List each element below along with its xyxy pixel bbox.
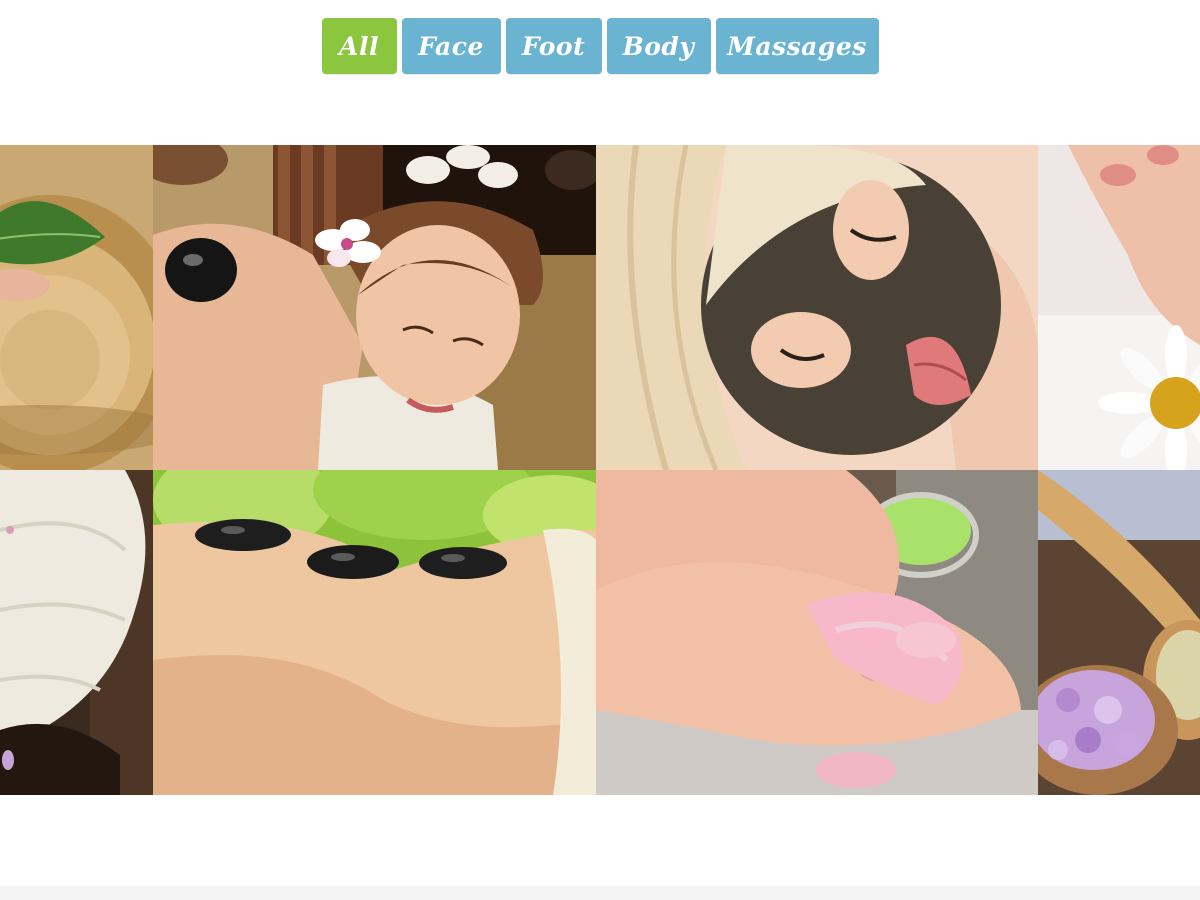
- gallery-item-petal-hands[interactable]: [596, 470, 1038, 795]
- bowl-leaf-image: [0, 145, 153, 470]
- gallery-item-daisy-hands[interactable]: [1038, 145, 1200, 470]
- gallery-item-hot-stones-woman[interactable]: [153, 145, 596, 470]
- gallery-item-back-stones[interactable]: [153, 470, 596, 795]
- petal-hands-image: [596, 470, 1038, 795]
- gallery-item-facial-mask[interactable]: [596, 145, 1038, 470]
- filter-face-button[interactable]: Face: [401, 18, 501, 74]
- filter-all-button[interactable]: All: [321, 18, 397, 74]
- rolled-towel-image: [0, 470, 153, 795]
- daisy-hands-image: [1038, 145, 1200, 470]
- footer-strip: [0, 886, 1200, 900]
- filter-body-button[interactable]: Body: [606, 18, 711, 74]
- hot-stones-woman-image: [153, 145, 596, 470]
- filter-massages-button[interactable]: Massages: [715, 18, 879, 74]
- gallery-item-bowl-leaf[interactable]: [0, 145, 153, 470]
- portfolio-gallery: [0, 145, 1200, 795]
- portfolio-filter-bar: All Face Foot Body Massages: [0, 18, 1200, 74]
- bath-salt-spoon-image: [1038, 470, 1200, 795]
- gallery-item-rolled-towel[interactable]: [0, 470, 153, 795]
- facial-mask-image: [596, 145, 1038, 470]
- filter-foot-button[interactable]: Foot: [505, 18, 602, 74]
- back-stones-image: [153, 470, 596, 795]
- gallery-item-bath-salt-spoon[interactable]: [1038, 470, 1200, 795]
